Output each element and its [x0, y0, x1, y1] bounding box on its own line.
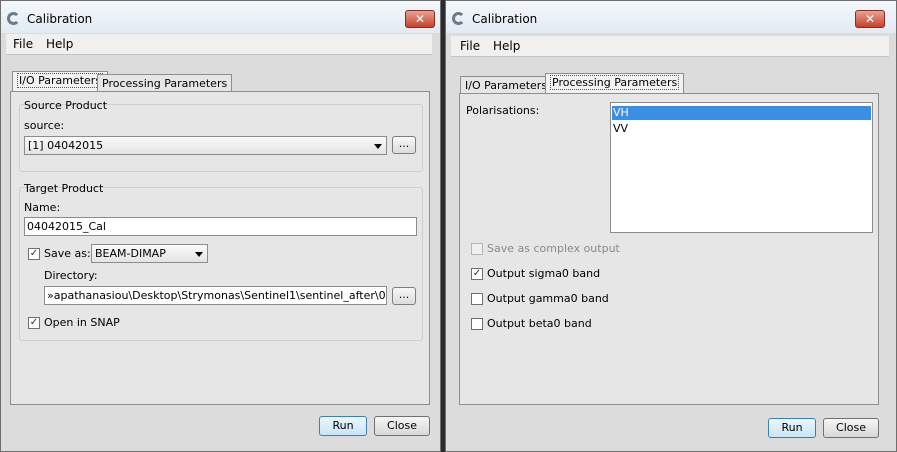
source-product-select[interactable]: [1] 04042015: [24, 136, 387, 155]
target-product-title: Target Product: [24, 182, 104, 195]
save-format-select[interactable]: BEAM-DIMAP: [91, 244, 208, 263]
tab-io-parameters[interactable]: I/O Parameters: [460, 76, 553, 94]
window-title: Calibration: [472, 12, 538, 26]
run-button[interactable]: Run: [768, 418, 816, 438]
polarisations-list[interactable]: VH VV: [610, 102, 873, 233]
calibration-window-processing: Calibration ✕ File Help I/O Parameters P…: [445, 0, 897, 452]
tab-processing-parameters[interactable]: Processing Parameters: [545, 73, 685, 93]
directory-input[interactable]: »apathanasiou\Desktop\Strymonas\Sentinel…: [44, 286, 387, 305]
output-beta0-checkbox[interactable]: [471, 318, 483, 330]
save-as-label: Save as:: [44, 247, 91, 260]
processing-parameters-panel: Polarisations: VH VV Save as complex out…: [459, 93, 879, 405]
output-beta0-label: Output beta0 band: [487, 317, 592, 330]
name-label: Name:: [24, 201, 61, 214]
source-product-value: [1] 04042015: [28, 139, 104, 152]
save-format-value: BEAM-DIMAP: [95, 247, 166, 260]
chevron-down-icon: [195, 252, 203, 257]
menu-bar: File Help: [451, 36, 889, 57]
calibration-window-io: Calibration ✕ File Help I/O Parameters P…: [0, 0, 441, 452]
output-sigma0-checkbox[interactable]: ✓: [471, 268, 483, 280]
save-complex-label: Save as complex output: [487, 242, 620, 255]
output-gamma0-label: Output gamma0 band: [487, 292, 609, 305]
menu-file[interactable]: File: [13, 37, 33, 51]
title-bar[interactable]: Calibration ✕: [1, 1, 440, 33]
source-browse-button[interactable]: ...: [392, 136, 416, 154]
menu-help[interactable]: Help: [46, 37, 73, 51]
open-in-snap-checkbox[interactable]: ✓: [28, 317, 40, 329]
chevron-down-icon: [374, 144, 382, 149]
save-complex-checkbox[interactable]: [471, 243, 483, 255]
polarisation-item-vv[interactable]: VV: [612, 122, 871, 136]
snap-logo-icon: [7, 12, 20, 25]
target-name-input[interactable]: 04042015_Cal: [24, 217, 417, 236]
directory-browse-button[interactable]: ...: [392, 287, 416, 305]
open-in-snap-label: Open in SNAP: [44, 316, 120, 329]
menu-help[interactable]: Help: [493, 39, 520, 53]
source-label: source:: [24, 119, 65, 132]
directory-label: Directory:: [44, 269, 98, 282]
menu-file[interactable]: File: [460, 39, 480, 53]
run-button[interactable]: Run: [319, 416, 367, 436]
snap-logo-icon: [452, 12, 465, 25]
output-sigma0-label: Output sigma0 band: [487, 267, 601, 280]
tab-io-parameters-label: I/O Parameters: [17, 73, 104, 88]
tab-processing-parameters[interactable]: Processing Parameters: [97, 74, 233, 92]
close-icon[interactable]: ✕: [405, 10, 435, 28]
polarisation-item-vh[interactable]: VH: [612, 106, 871, 120]
tab-processing-parameters-label: Processing Parameters: [550, 75, 680, 90]
output-gamma0-checkbox[interactable]: [471, 293, 483, 305]
tab-io-parameters[interactable]: I/O Parameters: [12, 71, 109, 91]
source-product-title: Source Product: [24, 99, 108, 112]
save-as-checkbox[interactable]: ✓: [28, 248, 40, 260]
close-icon[interactable]: ✕: [855, 10, 885, 28]
io-parameters-panel: Source Product source: [1] 04042015 ... …: [10, 91, 430, 405]
window-title: Calibration: [27, 12, 93, 26]
menu-bar: File Help: [6, 34, 432, 55]
title-bar[interactable]: Calibration ✕: [446, 1, 896, 33]
close-button[interactable]: Close: [374, 416, 430, 436]
close-button[interactable]: Close: [823, 418, 879, 438]
polarisations-label: Polarisations:: [466, 104, 540, 117]
